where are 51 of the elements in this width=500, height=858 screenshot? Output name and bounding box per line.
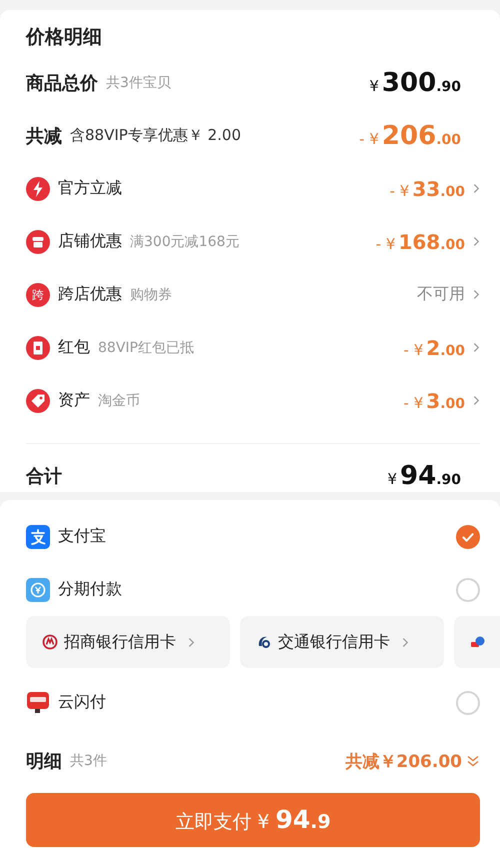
wallet-app-icon: [26, 524, 50, 548]
row-label: 官方立减: [58, 178, 122, 199]
bank-logo-icon: [256, 634, 272, 650]
chevron-right-icon: [473, 342, 480, 353]
row-note: 购物券: [130, 286, 172, 304]
status-text: 不可用: [417, 284, 465, 305]
badge-icon: 跨: [26, 282, 50, 306]
row-note: 淘金币: [98, 392, 140, 410]
envelope-icon: [26, 336, 50, 360]
bank-logo-icon: [470, 634, 486, 650]
price-amount: ¥94.90: [387, 461, 461, 491]
payment-method-label: 云闪付: [58, 692, 106, 713]
row-label: 商品总价: [26, 72, 98, 94]
price-amount: - ¥206.00: [359, 120, 461, 150]
tag-icon: [26, 388, 50, 412]
price-amount: - ¥3.00: [404, 388, 465, 412]
chevron-right-icon: [473, 236, 480, 247]
price-amount: - ¥33.00: [390, 176, 465, 200]
chevron-right-icon: [188, 636, 195, 648]
row-label: 共减: [26, 124, 62, 148]
summary-label: 明细: [26, 750, 62, 773]
price-amount: - ¥2.00: [404, 336, 465, 360]
discount-total: 共减￥206.00: [345, 750, 462, 772]
payment-method-label: 支付宝: [58, 526, 106, 547]
chevron-right-icon: [473, 395, 480, 406]
row-note: 共3件宝贝: [106, 74, 171, 92]
price-amount: ¥300.90: [369, 68, 461, 98]
row-label: 跨店优惠: [58, 284, 122, 305]
payment-method-label: 分期付款: [58, 579, 122, 600]
installment-icon: [26, 578, 50, 602]
expand-chevron-icon[interactable]: [466, 754, 480, 768]
chevron-right-icon: [402, 636, 409, 648]
section-title: 价格明细: [26, 25, 103, 50]
row-note: 满300元减168元: [130, 232, 240, 250]
price-amount: - ¥168.00: [376, 230, 465, 254]
bank-card-option[interactable]: 招商银行信用卡: [26, 616, 230, 668]
item-count: 共3件: [70, 752, 107, 770]
total-label: 合计: [26, 465, 62, 488]
chevron-right-icon: [473, 183, 480, 194]
row-note: 88VIP红包已抵: [98, 338, 194, 356]
store-icon: [26, 230, 50, 254]
row-label: 店铺优惠: [58, 231, 122, 252]
bank-card-option[interactable]: [454, 616, 500, 668]
row-label: 资产: [58, 390, 90, 411]
lightning-icon: [26, 176, 50, 200]
radio-button[interactable]: [456, 524, 480, 548]
bank-card-option[interactable]: 交通银行信用卡: [240, 616, 444, 668]
row-note: 含88VIP专享优惠￥ 2.00: [70, 126, 241, 145]
chevron-right-icon: [473, 289, 480, 300]
bank-logo-icon: [42, 634, 58, 650]
row-label: 红包: [58, 337, 90, 358]
